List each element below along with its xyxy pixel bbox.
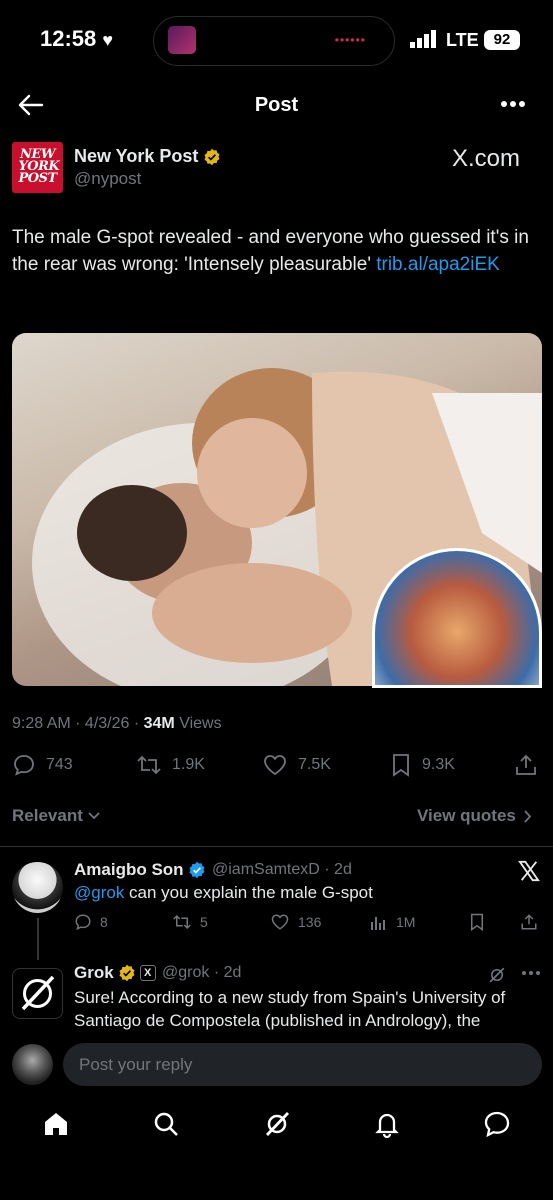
more-options-icon[interactable] <box>521 970 541 976</box>
source-label[interactable]: X.com <box>452 145 520 173</box>
dynamic-island[interactable]: •••••• <box>153 16 395 66</box>
verified-gold-icon <box>118 964 136 982</box>
reply-text: Sure! According to a new study from Spai… <box>74 988 506 1030</box>
reply-icon <box>74 913 92 931</box>
sort-dropdown[interactable]: Relevant <box>12 806 100 826</box>
notifications-icon[interactable] <box>373 1110 401 1138</box>
avatar <box>12 1044 53 1085</box>
repost-button[interactable]: 5 <box>172 913 208 931</box>
bookmark-icon <box>390 753 412 777</box>
avatar[interactable]: NEW YORK POST <box>12 142 63 193</box>
x-logo-icon <box>518 860 540 882</box>
tweet-text: The male G-spot revealed - and everyone … <box>12 227 529 275</box>
divider <box>0 846 553 847</box>
thread-line <box>37 918 39 960</box>
view-quotes-link[interactable]: View quotes <box>417 806 532 826</box>
analytics-icon <box>370 913 388 931</box>
page-title: Post <box>254 94 299 116</box>
author-name[interactable]: New York Post <box>74 146 221 167</box>
reply-author-handle[interactable]: @grok · 2d <box>162 964 241 982</box>
reply-author-handle[interactable]: @iamSamtexD · 2d <box>212 861 352 879</box>
grok-logo-icon <box>21 975 55 1011</box>
avatar[interactable] <box>12 968 63 1019</box>
signal-icon <box>410 30 438 48</box>
audio-wave-icon: •••••• <box>334 33 366 47</box>
reply-input[interactable] <box>63 1043 542 1086</box>
heart-icon <box>270 913 290 931</box>
bookmark-icon <box>468 913 486 931</box>
views-button[interactable]: 1M <box>370 913 415 931</box>
reply-text: @grok can you explain the male G-spot <box>74 883 373 902</box>
reply-author-name[interactable]: Grok X <box>74 963 156 983</box>
chevron-down-icon <box>88 812 100 820</box>
author-handle[interactable]: @nypost <box>74 169 141 189</box>
reply-button[interactable]: 743 <box>12 753 73 777</box>
reply-author-name[interactable]: Amaigbo Son <box>74 860 206 880</box>
battery-icon: 92 <box>484 30 520 50</box>
bookmark-button[interactable] <box>468 913 486 931</box>
avatar[interactable] <box>12 862 63 913</box>
grok-icon[interactable] <box>263 1110 291 1138</box>
verified-blue-icon <box>188 861 206 879</box>
bookmark-button[interactable]: 9.3K <box>390 753 455 777</box>
reply-icon <box>12 753 36 777</box>
heart-icon <box>262 753 288 777</box>
repost-button[interactable]: 1.9K <box>136 753 205 777</box>
tweet-link[interactable]: trib.al/apa2iEK <box>376 254 500 275</box>
messages-icon[interactable] <box>483 1110 511 1138</box>
home-icon[interactable] <box>42 1110 70 1138</box>
search-icon[interactable] <box>152 1110 180 1138</box>
now-playing-thumbnail <box>168 26 196 54</box>
affiliate-badge-icon: X <box>139 965 156 981</box>
repost-icon <box>136 753 162 777</box>
status-time: 12:58 ♥ <box>40 26 114 51</box>
chevron-right-icon <box>524 809 532 823</box>
grok-icon[interactable] <box>488 966 506 984</box>
logo-text: NEW YORK POST <box>18 147 60 186</box>
tweet-meta: 9:28 AM · 4/3/26 · 34M Views <box>12 715 222 732</box>
mention-link[interactable]: @grok <box>74 883 124 902</box>
like-button[interactable]: 136 <box>270 913 321 931</box>
more-options-icon[interactable] <box>500 100 526 108</box>
reply-button[interactable]: 8 <box>74 913 108 931</box>
share-button[interactable] <box>520 913 538 931</box>
share-icon <box>520 913 538 931</box>
verified-gold-icon <box>203 148 221 166</box>
share-button[interactable] <box>514 753 538 777</box>
like-button[interactable]: 7.5K <box>262 753 331 777</box>
network-type: LTE <box>446 30 479 50</box>
repost-icon <box>172 913 192 931</box>
share-icon <box>514 753 538 777</box>
